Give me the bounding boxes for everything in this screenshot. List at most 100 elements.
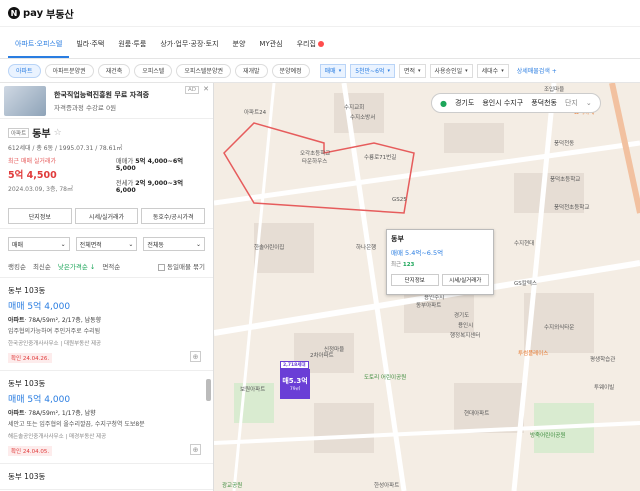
detail-search-link[interactable]: 상세매물검색 + xyxy=(517,66,557,75)
filter-approval-label: 사용승인일 xyxy=(434,68,463,75)
menu-oneroom[interactable]: 원룸·투룸 xyxy=(111,39,153,58)
area-select[interactable]: 전체면적 ⌄ xyxy=(75,237,138,251)
filter-chip-officetel-presale[interactable]: 오피스텔분양권 xyxy=(176,63,231,78)
top-bar: N pay 부동산 xyxy=(0,0,640,27)
popup-price-button[interactable]: 시세/실거래가 xyxy=(441,274,489,286)
address-dong[interactable]: 풍덕천동 xyxy=(531,98,557,108)
listing-name: 동부 103동 xyxy=(8,472,46,481)
complex-title-row: 아파트 동부 ☆ xyxy=(8,125,205,140)
price-ranges: 매매가 5억 4,000~6억 5,000 전세가 2억 9,000~3억 6,… xyxy=(116,156,205,200)
sort-area[interactable]: 면적순 xyxy=(102,261,120,271)
listing-spec: 아파트· 78A/59m², 1/17층, 남향 xyxy=(8,408,205,417)
sort-bar: 랭킹순 최신순 낮은가격순 ↓ 면적순 동일매물 묶기 xyxy=(0,255,213,278)
close-icon[interactable]: ✕ xyxy=(203,85,209,93)
jeonse-range-row: 전세가 2억 9,000~3억 6,000 xyxy=(116,178,205,194)
map-label: 수룡로71번길 xyxy=(364,155,397,161)
menu-commercial[interactable]: 상가·업무·공장·토지 xyxy=(153,39,225,58)
map-label: 평생학습관 xyxy=(590,357,616,363)
price-history-button[interactable]: 시세/실거래가 xyxy=(74,208,139,224)
filter-bar: 아파트 아파트분양권 재건축 오피스텔 오피스텔분양권 재개발 분양예정 매매 ▾… xyxy=(0,59,640,83)
price-marker[interactable]: 2,718세대 매5.3억 79㎡ xyxy=(280,361,310,399)
filter-chip-apartment[interactable]: 아파트 xyxy=(8,63,41,78)
trade-select[interactable]: 매매 ⌄ xyxy=(8,237,70,251)
compare-icon[interactable]: ⊕ xyxy=(190,351,201,362)
chevron-down-icon[interactable]: ⌄ xyxy=(586,99,592,107)
filter-trade-type-label: 매매 xyxy=(324,68,336,75)
filter-chip-apartment-presale[interactable]: 아파트분양권 xyxy=(44,63,94,78)
sort-low-price[interactable]: 낮은가격순 ↓ xyxy=(58,261,95,271)
listing-price: 매매 5억 4,000 xyxy=(8,395,71,405)
address-province[interactable]: 경기도 xyxy=(455,98,474,108)
filter-trade-type[interactable]: 매매 ▾ xyxy=(319,63,347,78)
complex-info-button[interactable]: 단지정보 xyxy=(8,208,72,224)
listing-price: 매매 5억 4,000 xyxy=(8,302,71,312)
map-label: 용인시 xyxy=(458,323,474,329)
popup-recent-label: 최근 xyxy=(391,262,402,268)
main-menu: 아파트·오피스텔 빌라·주택 원룸·투룸 상가·업무·공장·토지 분양 MY관심… xyxy=(0,27,640,59)
list-item[interactable]: 동부 103동 매매 5억 4,000 아파트· 78A/59m², 1/17층… xyxy=(0,371,213,464)
star-icon[interactable]: ☆ xyxy=(54,128,62,138)
menu-presale[interactable]: 분양 xyxy=(226,39,253,58)
list-item[interactable]: 동부 103동 xyxy=(0,464,213,490)
chevron-down-icon: ⌄ xyxy=(128,240,134,248)
menu-apartment[interactable]: 아파트·오피스텔 xyxy=(8,39,70,58)
menu-ourhome-label: 우리집 xyxy=(296,40,316,48)
compare-icon[interactable]: ⊕ xyxy=(190,444,201,455)
listing-agent: 한국공인중개사사무소 | 대원부동산 제공 xyxy=(8,341,102,347)
listing-spec-text: · 78A/59m², 2/17층, 남동향 xyxy=(24,317,102,324)
map-label: 도토리 어린이공원 xyxy=(364,375,407,381)
map-label: 방죽어린이공원 xyxy=(530,433,566,439)
popup-buttons: 단지정보 시세/실거래가 xyxy=(391,274,489,286)
chevron-down-icon: ⌄ xyxy=(60,240,66,248)
menu-my-interest[interactable]: MY관심 xyxy=(252,39,289,58)
ad-banner[interactable]: 한국직업능력진흥원 무료 자격증 자격증과정 수강료 0원 AD ✕ xyxy=(0,83,213,119)
listing-confirm-badge: 확인 24.04.26. xyxy=(8,353,53,363)
dong-select[interactable]: 전체동 ⌄ xyxy=(143,237,206,251)
sort-latest[interactable]: 최신순 xyxy=(33,261,51,271)
filter-households[interactable]: 세대수 ▾ xyxy=(476,63,509,78)
menu-villa[interactable]: 빌라·주택 xyxy=(69,39,111,58)
menu-ourhome[interactable]: 우리집 xyxy=(290,39,331,58)
complex-buttons: 단지정보 시세/실거래가 동호수/공시가격 xyxy=(8,208,206,224)
checkbox-icon[interactable] xyxy=(158,263,166,271)
map-label: 한솔어린이집 xyxy=(254,245,285,251)
address-complex[interactable]: 단지 xyxy=(565,98,578,108)
filter-chip-redevelop[interactable]: 재개발 xyxy=(234,63,268,78)
listing-desc: 입주협의가능하여 주인거주로 수리됨 xyxy=(8,328,101,335)
filter-area[interactable]: 면적 ▾ xyxy=(398,63,426,78)
listing-confirm-badge: 확인 24.04.05. xyxy=(8,446,53,456)
map-view[interactable]: 수지교회 조입마을 수지소방서 아파트24 요리까페 오각초등학교 타운하우스 … xyxy=(214,83,640,491)
map-label: 풍덕초등학교 xyxy=(550,177,581,183)
complex-popup[interactable]: 동부 매매 5.4억~6.5억 최근 123 단지정보 시세/실거래가 xyxy=(386,229,494,295)
brand-sub[interactable]: 부동산 xyxy=(46,6,74,21)
group-duplicates[interactable]: 동일매물 묶기 xyxy=(158,261,205,271)
sale-range-row: 매매가 5억 4,000~6억 5,000 xyxy=(116,156,205,172)
filter-price[interactable]: 5천만~6억 ▾ xyxy=(350,63,395,78)
popup-price: 매매 5.4억~6.5억 xyxy=(391,249,444,257)
sort-ranking[interactable]: 랭킹순 xyxy=(8,261,26,271)
naver-logo-icon[interactable]: N xyxy=(8,7,20,19)
new-dot-icon xyxy=(317,41,324,47)
filter-chip-planned[interactable]: 분양예정 xyxy=(271,63,310,78)
address-city[interactable]: 용인시 수지구 xyxy=(482,98,523,108)
list-item[interactable]: 동부 103동 매매 5억 4,000 아파트· 78A/59m², 2/17층… xyxy=(0,278,213,371)
ad-badge: AD xyxy=(185,86,199,94)
recent-trade: 최근 매매 실거래가 5억 4,500 2024.03.09, 3층, 78㎡ xyxy=(8,156,116,200)
map-label: 행정복지센터 xyxy=(450,333,481,339)
filter-chip-officetel[interactable]: 오피스텔 xyxy=(134,63,173,78)
listing-name: 동부 103동 xyxy=(8,379,46,388)
filter-chip-rebuild[interactable]: 재건축 xyxy=(97,63,131,78)
popup-name: 동부 xyxy=(391,235,404,243)
map-label: 2차아파트 xyxy=(310,353,334,359)
map-label: 수지현대 xyxy=(514,241,535,247)
unit-price-button[interactable]: 동호수/공시가격 xyxy=(141,208,206,224)
address-bar[interactable]: ● 경기도 용인시 수지구 풍덕천동 단지 ⌄ xyxy=(431,93,601,113)
filter-approval-date[interactable]: 사용승인일 ▾ xyxy=(429,63,473,78)
left-panel: 한국직업능력진흥원 무료 자격증 자격증과정 수강료 0원 AD ✕ 아파트 동… xyxy=(0,83,214,491)
chevron-down-icon: ▾ xyxy=(338,67,342,74)
brand-name[interactable]: pay xyxy=(23,8,43,19)
list-scrollbar[interactable] xyxy=(206,379,211,401)
map-label: 경기도 xyxy=(454,313,470,319)
recent-trade-price: 5억 4,500 xyxy=(8,170,57,181)
popup-complex-info-button[interactable]: 단지정보 xyxy=(391,274,439,286)
